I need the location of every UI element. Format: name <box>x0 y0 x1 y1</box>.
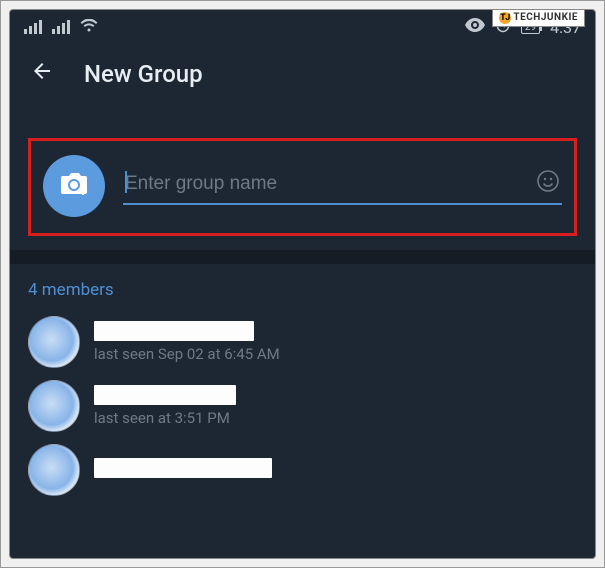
group-name-input[interactable] <box>123 167 562 205</box>
signal-icon <box>24 20 42 34</box>
member-name-redacted <box>94 321 254 341</box>
avatar <box>28 316 80 368</box>
app-header: New Group <box>10 44 595 104</box>
member-row[interactable]: last seen Sep 02 at 6:45 AM <box>10 310 595 374</box>
member-row[interactable] <box>10 438 595 502</box>
member-last-seen: last seen at 3:51 PM <box>94 409 577 427</box>
back-button[interactable] <box>24 53 60 95</box>
eye-icon <box>465 18 485 36</box>
emoji-button[interactable] <box>536 169 562 195</box>
avatar <box>28 380 80 432</box>
text-cursor <box>125 171 127 193</box>
members-count-label: 4 members <box>10 264 595 310</box>
member-last-seen: last seen Sep 02 at 6:45 AM <box>94 345 577 363</box>
group-name-section <box>28 138 577 236</box>
member-row[interactable]: last seen at 3:51 PM <box>10 374 595 438</box>
member-name-redacted <box>94 385 236 405</box>
page-title: New Group <box>84 60 203 88</box>
section-divider <box>10 250 595 264</box>
avatar <box>28 444 80 496</box>
wifi-icon <box>80 18 98 37</box>
signal-icon-2 <box>52 20 70 34</box>
watermark-badge: TJTECHJUNKIE <box>492 10 585 27</box>
camera-icon <box>59 171 89 201</box>
add-photo-button[interactable] <box>43 155 105 217</box>
member-name-redacted <box>94 458 272 478</box>
